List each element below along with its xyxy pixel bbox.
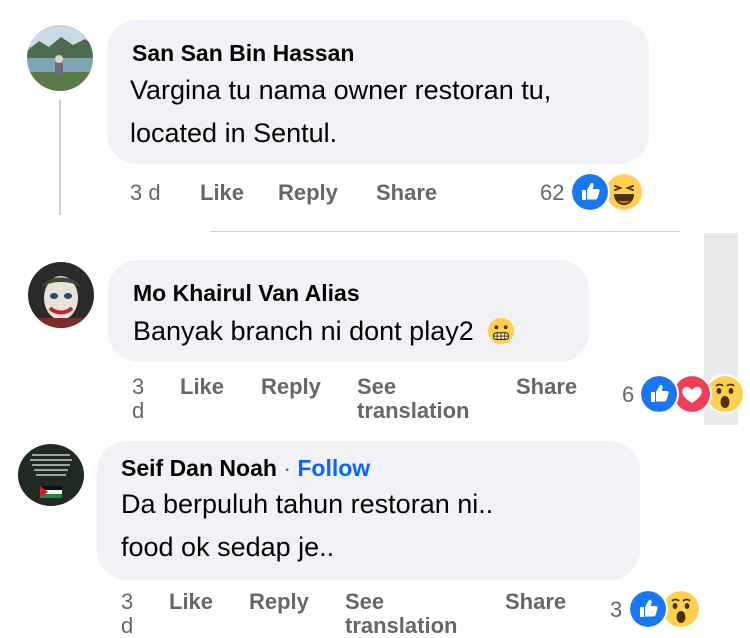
grimace-emoji [488, 317, 515, 345]
comment-header: Seif Dan Noah · Follow [121, 455, 370, 482]
like-icon [628, 589, 668, 629]
timestamp[interactable]: 3 d [121, 590, 133, 638]
timestamp[interactable]: 3 d [130, 181, 161, 205]
see-translation-button[interactable]: See translation [357, 375, 469, 423]
reply-button[interactable]: Reply [249, 590, 309, 614]
avatar-photo-poster [18, 444, 84, 506]
divider [210, 231, 680, 232]
follow-button[interactable]: Follow [297, 455, 370, 481]
comment-bubble: Mo Khairul Van Alias Banyak branch ni do… [108, 260, 589, 362]
comment-bubble: Seif Dan Noah · Follow Da berpuluh tahun… [97, 441, 640, 580]
author-name[interactable]: Mo Khairul Van Alias [133, 280, 360, 307]
author-name[interactable]: San San Bin Hassan [132, 40, 354, 67]
reaction-count[interactable]: 3 [610, 598, 622, 622]
reply-button[interactable]: Reply [261, 375, 321, 399]
timestamp[interactable]: 3 d [132, 375, 144, 423]
comment-text: Da berpuluh tahun restoran ni.. food ok … [121, 489, 494, 562]
thread-line [59, 100, 61, 215]
reply-button[interactable]: Reply [278, 181, 338, 205]
like-button[interactable]: Like [180, 375, 224, 399]
like-icon [639, 374, 679, 414]
haha-icon [604, 172, 644, 212]
avatar-photo-joker [28, 262, 94, 328]
reaction-count[interactable]: 62 [540, 181, 564, 205]
see-translation-button[interactable]: See translation [345, 590, 457, 638]
avatar[interactable] [18, 444, 84, 506]
share-button[interactable]: Share [505, 590, 566, 614]
share-button[interactable]: Share [516, 375, 577, 399]
avatar[interactable] [27, 25, 93, 91]
author-name[interactable]: Seif Dan Noah [121, 455, 277, 481]
avatar[interactable] [28, 262, 94, 328]
share-button[interactable]: Share [376, 181, 437, 205]
comment-bubble: San San Bin Hassan Vargina tu nama owner… [107, 20, 649, 164]
avatar-photo-lake [27, 25, 93, 91]
like-button[interactable]: Like [200, 181, 244, 205]
comment-text: Banyak branch ni dont play2 [133, 310, 515, 353]
comment-text: Vargina tu nama owner restoran tu, locat… [130, 75, 552, 148]
separator-dot: · [283, 455, 291, 481]
like-button[interactable]: Like [169, 590, 213, 614]
like-icon [570, 172, 610, 212]
reaction-count[interactable]: 6 [622, 383, 634, 407]
